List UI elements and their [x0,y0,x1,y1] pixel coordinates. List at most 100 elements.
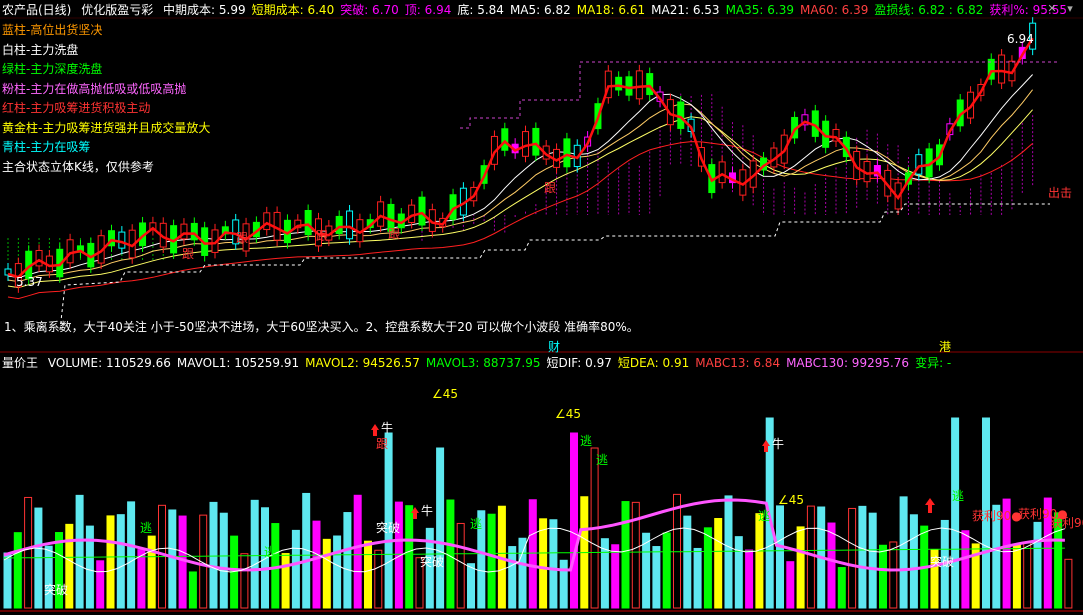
volume-header: 量价王 VOLUME: 110529.66 MAVOL1: 105259.91 MA… [2,355,963,371]
volume-bar [951,417,960,609]
volume-bar [559,559,568,609]
volume-bar [724,495,733,609]
up-arrow [925,498,935,513]
volume-item-7: MABC130: 99295.76 [786,356,910,370]
volume-bar [889,541,898,609]
follow-tag-1: 跟 [236,231,248,245]
volume-bar [734,536,743,609]
event-gang[interactable]: 港 [939,338,951,355]
angle-tag-3: ∠45 [778,493,804,507]
volume-bar [188,571,197,609]
volume-bar [343,512,352,609]
volume-bar [837,567,846,609]
header-item-4: 底: 5.84 [457,3,504,17]
event-cai[interactable]: 财 [548,338,560,355]
header-item-1: 短期成本: 6.40 [251,3,335,17]
vol-follow-tag: 跟 [376,437,388,451]
bull-tag-1: 牛 [421,503,433,518]
escape-tag-0: 逃 [140,521,152,535]
exit-tag: 出击 [1048,186,1073,200]
volume-bar [796,526,805,609]
volume-bar [539,518,548,609]
volume-bar [673,493,681,609]
strategy-note: 1、乘离系数，大于40关注 小于-50坚决不进场，大于60坚决买入。2、控盘系数… [4,320,639,334]
volume-bar [137,549,146,609]
header-item-9: MA60: 6.39 [799,3,869,17]
candle-body [522,131,529,157]
volume-item-4: 短DIF: 0.97 [546,356,612,370]
bull-tag-0: 牛 [381,420,393,435]
escape-tag-5: 逃 [952,489,964,503]
support-stairs [59,203,1050,331]
volume-bar [374,549,383,609]
volume-bar [858,505,867,609]
volume-bar [219,512,228,609]
volume-bar [549,519,558,609]
volume-bar [3,552,12,609]
bull-arrow [371,424,379,436]
volume-bar [683,515,692,609]
volume-bar [456,522,465,609]
header-item-6: MA18: 6.61 [576,3,646,17]
volume-bar [96,560,105,609]
volume-bar [1064,558,1073,609]
volume-bar [662,532,671,609]
angle-tag-2: ∠45 [555,407,581,421]
volume-item-0: VOLUME: 110529.66 [47,356,171,370]
volume-item-2: MAVOL2: 94526.57 [305,356,420,370]
candle-body [635,70,643,100]
volume-bar [75,494,84,609]
volume-bar [755,513,764,609]
indicator-name[interactable]: 优化版盈亏彩 [81,3,153,17]
volume-item-3: MAVOL3: 88737.95 [425,356,541,370]
volume-bar [178,515,187,609]
profit90-tag-0: 获利90● [972,509,1022,523]
volume-bar [703,527,712,609]
candle-body [646,73,654,96]
breakout-tag-2: 突破 [420,554,444,569]
ma35-line [7,109,1033,289]
candle-body [418,196,426,226]
chart-window: 跟跟跟跟跟 ∠45 ∠45 ∠45 逃逃逃逃逃逃逃突破 突破 突破 突破牛牛牛跟获利90● 获利… [0,0,1083,615]
legend-line-7: 主合状态立体K线，仅供参考 [2,159,154,174]
volume-bar [85,525,94,609]
candle-body [718,161,726,184]
volume-bar [487,513,496,609]
volume-bar [250,499,259,609]
bull-tag-2: 牛 [772,436,784,451]
volume-bar [106,515,115,609]
price-header: 农产品(日线) 优化版盈亏彩 中期成本: 5.99 短期成本: 6.40 突破: 6… [2,2,1079,18]
header-item-10: 盈损线: 6.82 : 6.82 [874,3,984,17]
menu-icon[interactable]: ▾ [1064,3,1076,15]
volume-bar [364,540,372,609]
volume-bar [611,544,620,609]
low-price-label: 5.37 [16,275,43,289]
candle-body [118,231,126,249]
volume-bar [570,432,578,609]
candle-body [263,212,271,231]
volume-bar [209,501,218,609]
volume-bar [44,545,53,609]
volume-bar [693,547,702,609]
candle-body [66,239,74,264]
escape-tag-3: 逃 [580,434,592,448]
volume-indicator-title[interactable]: 量价王 [2,356,38,370]
candle-body [35,249,43,267]
header-item-2: 突破: 6.70 [340,3,399,17]
volume-bar [776,505,784,609]
high-price-label: 6.94 [1007,32,1034,46]
volume-bar [271,523,280,609]
product-title[interactable]: 农产品(日线) [2,3,71,17]
header-item-5: MA5: 6.82 [509,3,571,17]
candle-body [346,210,354,240]
escape-tag-1: 逃 [264,545,276,559]
volume-bar [899,496,908,609]
close-icon[interactable]: ✕ [1046,3,1058,15]
follow-tag-4: 跟 [544,181,556,195]
volume-bar [652,546,661,609]
candle-body [501,128,509,151]
header-item-0: 中期成本: 5.99 [163,3,246,17]
volume-item-5: 短DEA: 0.91 [617,356,690,370]
breakout-tag-3: 突破 [930,554,954,569]
volume-bar [13,532,22,609]
